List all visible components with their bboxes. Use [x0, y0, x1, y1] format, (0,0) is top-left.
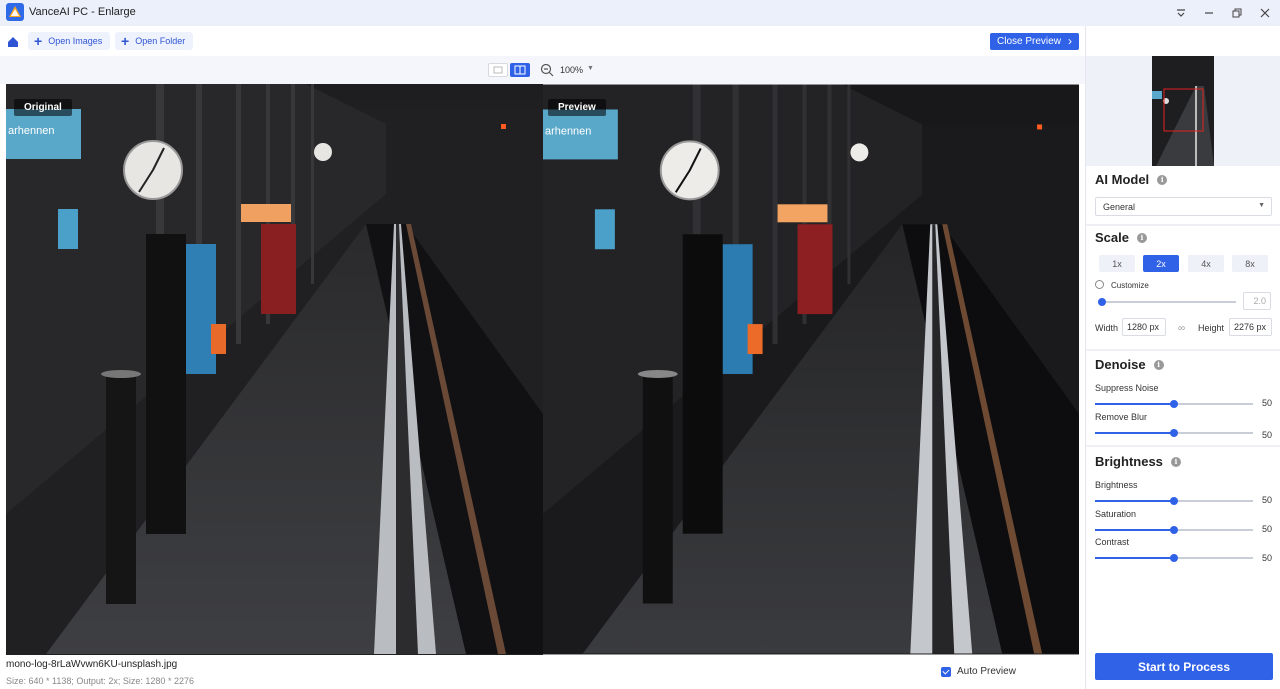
width-label: Width	[1095, 323, 1119, 333]
slider-fill	[1095, 403, 1174, 405]
open-images-label: Open Images	[48, 36, 103, 46]
saturation-value: 50	[1262, 524, 1273, 534]
suppress-noise-label: Suppress Noise	[1095, 383, 1159, 393]
contrast-slider[interactable]	[1095, 554, 1253, 562]
info-icon[interactable]: i	[1136, 232, 1147, 243]
single-view-toggle[interactable]	[488, 63, 508, 77]
customize-radio[interactable]	[1095, 280, 1104, 289]
suppress-noise-value: 50	[1262, 398, 1273, 408]
divider	[1086, 224, 1280, 226]
plus-icon: +	[34, 33, 43, 49]
saturation-slider[interactable]	[1095, 526, 1253, 534]
open-images-button[interactable]: + Open Images	[28, 32, 111, 50]
start-to-process-button[interactable]: Start to Process	[1095, 653, 1273, 680]
info-icon[interactable]: i	[1170, 456, 1181, 467]
divider	[1086, 349, 1280, 351]
remove-blur-label: Remove Blur	[1095, 412, 1148, 422]
preview-image-pane: arhennen Preview	[543, 84, 1079, 655]
customize-value-input[interactable]: 2.0	[1243, 292, 1271, 310]
minimize-icon[interactable]	[1200, 4, 1218, 22]
slider-thumb[interactable]	[1170, 497, 1178, 505]
brightness-title: Brightness i	[1095, 454, 1181, 469]
scale-4x-button[interactable]: 4x	[1188, 255, 1224, 272]
slider-fill	[1095, 500, 1174, 502]
settings-panel: AI Model i General ▼ Scale i 1x 2x 4x 8x…	[1085, 26, 1280, 689]
height-input[interactable]: 2276 px	[1229, 318, 1272, 336]
navigator-thumbnail[interactable]	[1086, 56, 1280, 166]
open-folder-button[interactable]: + Open Folder	[115, 32, 194, 50]
sign-text: arhennen	[8, 125, 55, 137]
zoom-out-icon[interactable]	[540, 63, 554, 77]
brightness-label: Brightness	[1095, 480, 1138, 490]
chevron-right-icon: ›	[1068, 34, 1072, 48]
sign-text: arhennen	[545, 125, 591, 137]
ai-model-title-text: AI Model	[1095, 172, 1150, 187]
original-label: Original	[14, 99, 72, 116]
checkbox-checked-icon[interactable]	[941, 666, 951, 677]
open-folder-label: Open Folder	[135, 36, 186, 46]
denoise-title: Denoise i	[1095, 357, 1164, 372]
height-label: Height	[1198, 323, 1225, 333]
auto-preview-label: Auto Preview	[957, 666, 1016, 677]
zoom-level[interactable]: 100%	[560, 65, 583, 75]
ai-model-selected: General	[1103, 202, 1136, 212]
chevron-down-icon: ▼	[1258, 202, 1265, 209]
home-icon[interactable]	[6, 35, 20, 49]
info-icon[interactable]: i	[1157, 174, 1168, 185]
title-bar: VanceAI PC - Enlarge	[0, 0, 1280, 26]
ai-model-select[interactable]: General ▼	[1095, 197, 1272, 216]
split-view-toggle[interactable]	[510, 63, 530, 77]
link-icon[interactable]: ∞	[1178, 323, 1185, 334]
restore-icon[interactable]	[1228, 4, 1246, 22]
preview-label: Preview	[548, 99, 606, 116]
original-image: arhennen	[6, 84, 543, 655]
slider-fill	[1095, 432, 1174, 434]
view-bar: 100% ▼	[0, 56, 1085, 84]
menu-icon[interactable]	[1172, 4, 1190, 22]
saturation-label: Saturation	[1095, 509, 1137, 519]
slider-thumb[interactable]	[1170, 554, 1178, 562]
close-preview-button[interactable]: Close Preview ›	[990, 33, 1079, 50]
denoise-title-text: Denoise	[1095, 357, 1146, 372]
scale-1x-button[interactable]: 1x	[1099, 255, 1135, 272]
app-logo-icon	[6, 3, 24, 21]
file-meta: Size: 640 * 1138; Output: 2x; Size: 1280…	[6, 676, 194, 686]
close-icon[interactable]	[1256, 4, 1274, 22]
close-preview-label: Close Preview	[997, 36, 1061, 47]
file-name: mono-log-8rLaWvwn6KU-unsplash.jpg	[6, 659, 178, 670]
remove-blur-slider[interactable]	[1095, 429, 1253, 437]
brightness-slider[interactable]	[1095, 497, 1253, 505]
preview-image: arhennen	[543, 84, 1079, 655]
toolbar: + Open Images + Open Folder	[0, 26, 1085, 56]
scale-8x-button[interactable]: 8x	[1232, 255, 1268, 272]
original-image-pane: arhennen Original	[6, 84, 543, 655]
width-input[interactable]: 1280 px	[1122, 318, 1166, 336]
slider-thumb[interactable]	[1170, 400, 1178, 408]
slider-thumb[interactable]	[1170, 429, 1178, 437]
brightness-title-text: Brightness	[1095, 454, 1163, 469]
window-title: VanceAI PC - Enlarge	[29, 6, 136, 18]
contrast-label: Contrast	[1095, 537, 1130, 547]
auto-preview-checkbox[interactable]: Auto Preview	[941, 666, 1016, 677]
contrast-value: 50	[1262, 553, 1273, 563]
brightness-value: 50	[1262, 495, 1273, 505]
zoom-dropdown-icon[interactable]: ▼	[587, 65, 594, 72]
scale-2x-button[interactable]: 2x	[1143, 255, 1179, 272]
slider-fill	[1095, 529, 1174, 531]
slider-thumb[interactable]	[1170, 526, 1178, 534]
suppress-noise-slider[interactable]	[1095, 400, 1253, 408]
divider	[1086, 445, 1280, 447]
scale-title-text: Scale	[1095, 230, 1129, 245]
slider-fill	[1095, 557, 1174, 559]
scale-title: Scale i	[1095, 230, 1147, 245]
customize-slider[interactable]	[1098, 298, 1236, 306]
info-icon[interactable]: i	[1153, 359, 1164, 370]
ai-model-title: AI Model i	[1095, 172, 1168, 187]
customize-label: Customize	[1111, 281, 1149, 290]
plus-icon: +	[121, 33, 130, 49]
remove-blur-value: 50	[1262, 430, 1273, 440]
customize-slider-thumb[interactable]	[1098, 298, 1106, 306]
